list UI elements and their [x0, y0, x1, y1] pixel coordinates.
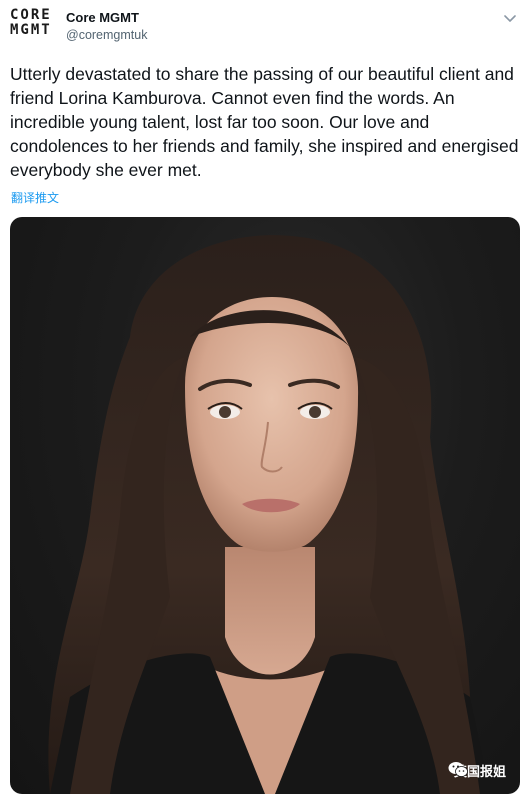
tweet-card: CORE MGMT Core MGMT @coremgmtuk Utterly … [0, 0, 529, 794]
avatar-line-2: MGMT [10, 22, 52, 38]
display-name[interactable]: Core MGMT [66, 10, 147, 26]
portrait-image [48, 235, 490, 794]
tweet-header: CORE MGMT Core MGMT @coremgmtuk [10, 8, 519, 48]
tweet-text: Utterly devastated to share the passing … [10, 64, 519, 180]
user-handle[interactable]: @coremgmtuk [66, 27, 147, 43]
chevron-down-icon[interactable] [501, 12, 519, 26]
author-names: Core MGMT @coremgmtuk [66, 10, 147, 43]
watermark: 英国报姐 [448, 761, 506, 780]
avatar[interactable]: CORE MGMT [10, 8, 58, 44]
tweet-photo[interactable]: 英国报姐 [10, 217, 520, 794]
avatar-line-1: CORE [10, 7, 52, 23]
translate-tweet-link[interactable]: 翻译推文 [11, 191, 59, 205]
